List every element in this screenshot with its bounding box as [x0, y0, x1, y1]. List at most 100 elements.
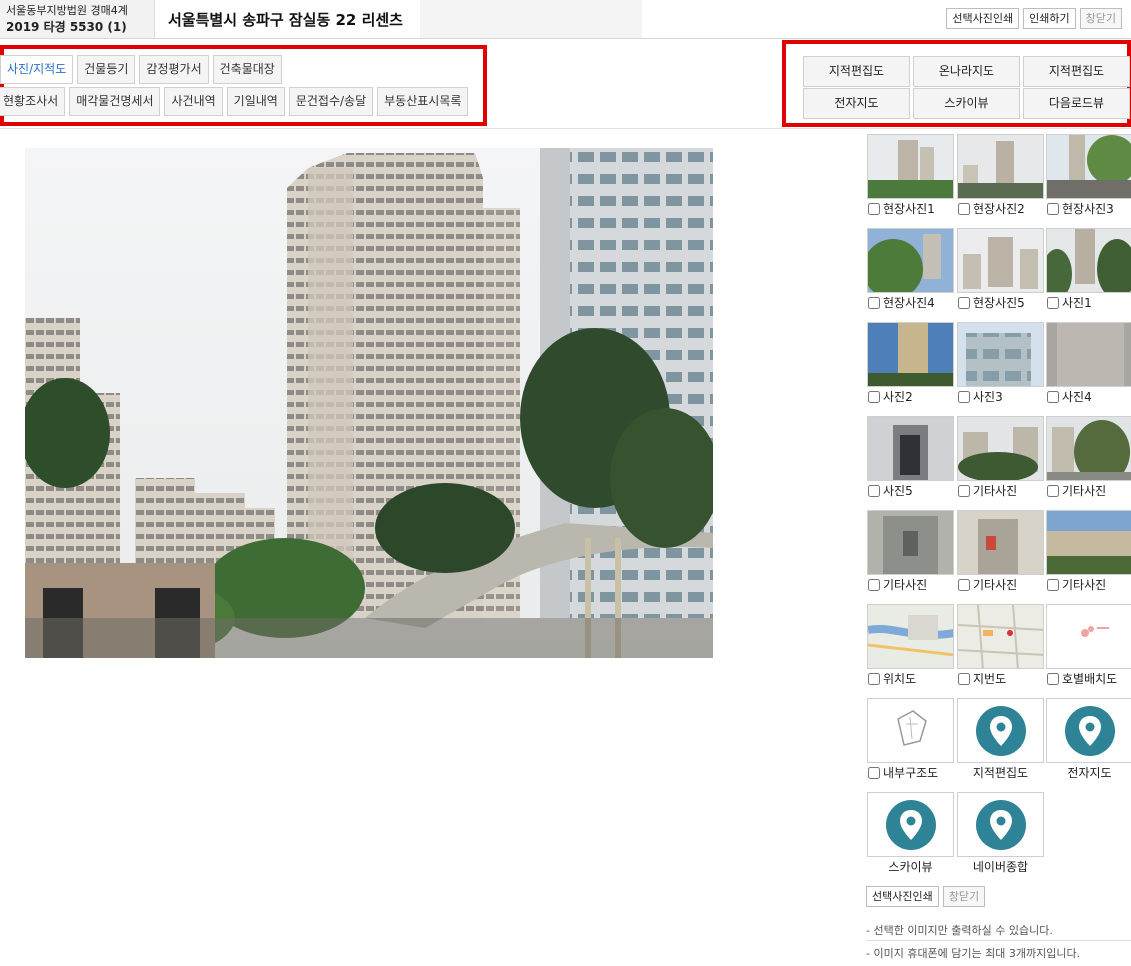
thumbnail-label: 기타사진 [883, 578, 928, 592]
thumbnail-image[interactable] [957, 604, 1044, 669]
daum-roadview-button[interactable]: 다음로드뷰 [1023, 88, 1130, 119]
thumbnail-checkbox[interactable] [958, 673, 970, 685]
cadastral-map-button-2[interactable]: 지적편집도 [1023, 56, 1130, 87]
cadastral-map-button[interactable]: 지적편집도 [803, 56, 910, 87]
map-pin-icon[interactable] [1046, 698, 1131, 763]
thumbnail-item[interactable]: 사진2 [867, 322, 954, 404]
thumbnail-item[interactable]: 기타사진 [1046, 416, 1131, 498]
thumbnail-label: 기타사진 [1062, 578, 1107, 592]
close-window-button[interactable]: 창닫기 [1079, 8, 1122, 29]
map-pin-icon[interactable] [867, 792, 954, 857]
thumbnail-image[interactable] [957, 134, 1044, 199]
thumbnail-checkbox[interactable] [958, 391, 970, 403]
thumbnail-image[interactable] [867, 604, 954, 669]
thumbnail-image[interactable] [957, 322, 1044, 387]
map-link-item[interactable]: 전자지도 [1046, 698, 1131, 780]
thumbnail-image[interactable] [1046, 604, 1131, 669]
thumbnail-label: 기타사진 [973, 484, 1018, 498]
thumbnail-item[interactable]: 지번도 [957, 604, 1044, 686]
thumbnail-checkbox[interactable] [1047, 579, 1059, 591]
thumbnail-item[interactable]: 사진5 [867, 416, 954, 498]
thumbnail-image[interactable] [957, 228, 1044, 293]
print-button[interactable]: 인쇄하기 [1023, 8, 1076, 29]
electronic-map-button[interactable]: 전자지도 [803, 88, 910, 119]
map-pin-icon[interactable] [957, 698, 1044, 763]
thumbnail-checkbox[interactable] [958, 203, 970, 215]
thumbnail-item[interactable]: 사진3 [957, 322, 1044, 404]
thumbnail-item[interactable]: 호별배치도 [1046, 604, 1131, 686]
thumbnail-checkbox[interactable] [1047, 485, 1059, 497]
thumbnail-label: 현장사진1 [883, 202, 935, 216]
thumbnail-item[interactable]: 사진1 [1046, 228, 1131, 310]
tab-document-receipt[interactable]: 문건접수/송달 [288, 87, 374, 116]
thumbnail-image[interactable] [1046, 228, 1131, 293]
tab-status-survey[interactable]: 현황조사서 [0, 87, 66, 116]
map-link-item[interactable]: 지적편집도 [957, 698, 1044, 780]
thumbnail-item[interactable]: 현장사진5 [957, 228, 1044, 310]
tab-appraisal[interactable]: 감정평가서 [139, 55, 209, 84]
skyview-button[interactable]: 스카이뷰 [913, 88, 1020, 119]
thumbnail-label: 전자지도 [1067, 766, 1112, 780]
thumbnail-item[interactable]: 사진4 [1046, 322, 1131, 404]
close-window-button-bottom[interactable]: 창닫기 [942, 886, 986, 907]
thumbnail-checkbox[interactable] [958, 579, 970, 591]
thumbnail-checkbox[interactable] [868, 579, 880, 591]
thumbnail-checkbox[interactable] [868, 203, 880, 215]
thumbnail-checkbox[interactable] [868, 767, 880, 779]
thumbnail-image[interactable] [867, 698, 954, 763]
tab-hearing-history[interactable]: 기일내역 [226, 87, 285, 116]
thumbnail-checkbox[interactable] [868, 485, 880, 497]
thumbnail-label: 현장사진2 [973, 202, 1025, 216]
thumbnail-checkbox[interactable] [1047, 391, 1059, 403]
thumbnail-image[interactable] [867, 228, 954, 293]
thumbnail-checkbox[interactable] [1047, 297, 1059, 309]
thumbnail-checkbox[interactable] [958, 297, 970, 309]
thumbnail-item[interactable]: 기타사진 [867, 510, 954, 592]
thumbnail-image[interactable] [867, 322, 954, 387]
thumbnail-item[interactable]: 기타사진 [957, 416, 1044, 498]
thumbnail-item[interactable]: 위치도 [867, 604, 954, 686]
thumbnail-image[interactable] [1046, 416, 1131, 481]
tab-photo-map[interactable]: 사진/지적도 [0, 55, 74, 84]
map-link-item[interactable]: 네이버종합 [957, 792, 1044, 874]
thumbnail-item[interactable]: 현장사진4 [867, 228, 954, 310]
thumbnail-label: 현장사진4 [883, 296, 935, 310]
onnara-map-button[interactable]: 온나라지도 [913, 56, 1020, 87]
divider [866, 940, 1131, 941]
thumbnail-item[interactable]: 내부구조도 [867, 698, 954, 780]
thumbnail-image[interactable] [867, 416, 954, 481]
thumbnail-checkbox[interactable] [868, 391, 880, 403]
thumbnail-checkbox[interactable] [868, 297, 880, 309]
thumbnail-item[interactable]: 기타사진 [1046, 510, 1131, 592]
tab-property-list[interactable]: 부동산표시목록 [377, 87, 469, 116]
property-address: 서울특별시 송파구 잠실동 22 리센츠 [168, 11, 403, 29]
thumbnail-image[interactable] [957, 416, 1044, 481]
thumbnail-checkbox[interactable] [958, 485, 970, 497]
tab-building-registry[interactable]: 건물등기 [77, 55, 136, 84]
tab-building-ledger[interactable]: 건축물대장 [212, 55, 282, 84]
map-link-item[interactable]: 스카이뷰 [867, 792, 954, 874]
print-selected-button[interactable]: 선택사진인쇄 [946, 8, 1020, 29]
thumbnail-label: 네이버종합 [972, 860, 1029, 874]
map-pin-icon[interactable] [957, 792, 1044, 857]
print-selected-button-bottom[interactable]: 선택사진인쇄 [866, 886, 939, 907]
map-buttons: 지적편집도 온나라지도 지적편집도 전자지도 스카이뷰 다음로드뷰 [782, 40, 1131, 127]
thumbnail-image[interactable] [867, 510, 954, 575]
thumbnail-item[interactable]: 현장사진2 [957, 134, 1044, 216]
thumbnail-checkbox[interactable] [868, 673, 880, 685]
thumbnail-image[interactable] [1046, 510, 1131, 575]
thumbnail-label: 지번도 [973, 672, 1007, 686]
thumbnail-item[interactable]: 현장사진3 [1046, 134, 1131, 216]
thumbnail-checkbox[interactable] [1047, 673, 1059, 685]
thumbnail-label: 현장사진5 [973, 296, 1025, 310]
thumbnail-item[interactable]: 기타사진 [957, 510, 1044, 592]
tab-sale-statement[interactable]: 매각물건명세서 [69, 87, 161, 116]
thumbnail-image[interactable] [867, 134, 954, 199]
thumbnail-image[interactable] [1046, 322, 1131, 387]
tab-case-history[interactable]: 사건내역 [164, 87, 223, 116]
thumbnail-checkbox[interactable] [1047, 203, 1059, 215]
bottom-buttons: 선택사진인쇄 창닫기 [866, 886, 986, 907]
thumbnail-item[interactable]: 현장사진1 [867, 134, 954, 216]
thumbnail-image[interactable] [957, 510, 1044, 575]
thumbnail-image[interactable] [1046, 134, 1131, 199]
